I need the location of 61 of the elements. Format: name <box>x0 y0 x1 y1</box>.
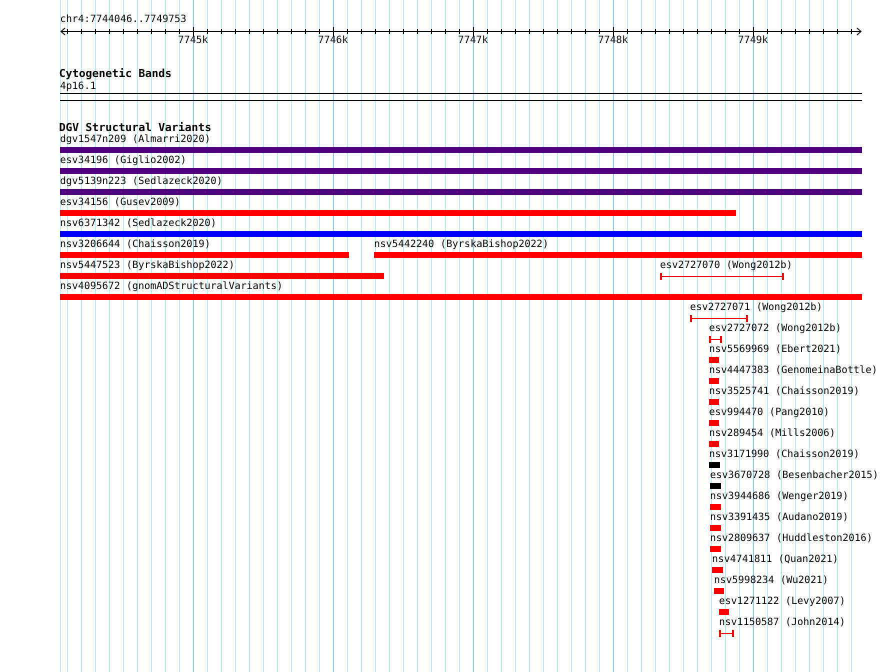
variant-label: esv2727072 (Wong2012b) <box>709 323 842 335</box>
ruler-tick-label: 7748k <box>596 35 630 47</box>
band-label: 4p16.1 <box>60 81 96 93</box>
variant-bar[interactable] <box>709 399 719 405</box>
variant-label: nsv2809637 (Huddleston2016) <box>710 533 873 545</box>
variant-label: dgv1547n209 (Almarri2020) <box>60 134 211 146</box>
variant-bar[interactable] <box>709 462 720 468</box>
variant-bar[interactable] <box>709 378 719 384</box>
variant-span[interactable] <box>690 315 748 322</box>
variant-bar[interactable] <box>709 357 719 363</box>
variant-label: nsv289454 (Mills2006) <box>709 428 836 440</box>
variant-span[interactable] <box>709 336 722 343</box>
ruler-tick-label: 7746k <box>316 35 350 47</box>
track-title: DGV Structural Variants <box>59 121 212 134</box>
variant-bar[interactable] <box>60 189 862 195</box>
variant-bar[interactable] <box>710 525 721 531</box>
variant-label: nsv4447383 (GenomeinaBottle) <box>709 365 878 377</box>
variant-bar[interactable] <box>712 567 723 573</box>
variant-label: nsv4741811 (Quan2021) <box>712 554 838 566</box>
variant-label: esv2727071 (Wong2012b) <box>690 302 822 314</box>
variant-bar[interactable] <box>374 252 862 258</box>
variant-bar[interactable] <box>710 546 721 552</box>
variant-label: nsv6371342 (Sedlazeck2020) <box>60 218 217 230</box>
variant-label: nsv5998234 (Wu2021) <box>714 575 828 587</box>
variant-label: esv34196 (Giglio2002) <box>60 155 186 167</box>
ruler-tick-label: 7745k <box>176 35 210 47</box>
variant-bar[interactable] <box>60 147 862 153</box>
variant-bar[interactable] <box>60 210 736 216</box>
variant-label: nsv3391435 (Audano2019) <box>710 512 848 524</box>
variant-bar[interactable] <box>60 294 862 300</box>
variant-label: nsv1150587 (John2014) <box>719 617 846 629</box>
variant-label: esv3670728 (Besenbacher2015) <box>710 470 879 482</box>
variant-label: nsv3525741 (Chaisson2019) <box>709 386 860 398</box>
variant-label: dgv5139n223 (Sedlazeck2020) <box>60 176 223 188</box>
variant-bar[interactable] <box>710 504 721 510</box>
variant-label: nsv3944686 (Wenger2019) <box>710 491 848 503</box>
variant-label: nsv3171990 (Chaisson2019) <box>709 449 860 461</box>
variant-bar[interactable] <box>60 231 862 237</box>
variant-bar[interactable] <box>714 588 724 594</box>
variant-bar[interactable] <box>710 483 721 489</box>
variant-label: nsv5569969 (Ebert2021) <box>709 344 842 356</box>
variant-span[interactable] <box>660 273 784 280</box>
variant-label: nsv3206644 (Chaisson2019) <box>60 239 211 251</box>
variant-bar[interactable] <box>709 420 719 426</box>
variant-label: esv994470 (Pang2010) <box>709 407 830 419</box>
variant-label: esv1271122 (Levy2007) <box>719 596 846 608</box>
variant-label: esv2727070 (Wong2012b) <box>660 260 792 272</box>
variant-label: nsv4095672 (gnomADStructuralVariants) <box>60 281 283 293</box>
location-label: chr4:7744046..7749753 <box>60 14 186 26</box>
variant-bar[interactable] <box>60 168 862 174</box>
variant-bar[interactable] <box>60 273 384 279</box>
variant-bar[interactable] <box>719 609 729 615</box>
variant-label: nsv5447523 (ByrskaBishop2022) <box>60 260 235 272</box>
ruler-tick-label: 7749k <box>736 35 770 47</box>
variant-bar[interactable] <box>709 441 719 447</box>
variant-label: esv34156 (Gusev2009) <box>60 197 180 209</box>
track-title: Cytogenetic Bands <box>59 67 172 80</box>
ruler-tick-label: 7747k <box>456 35 490 47</box>
variant-label: nsv5442240 (ByrskaBishop2022) <box>374 239 549 251</box>
variant-bar[interactable] <box>60 252 349 258</box>
variant-span[interactable] <box>719 630 734 637</box>
